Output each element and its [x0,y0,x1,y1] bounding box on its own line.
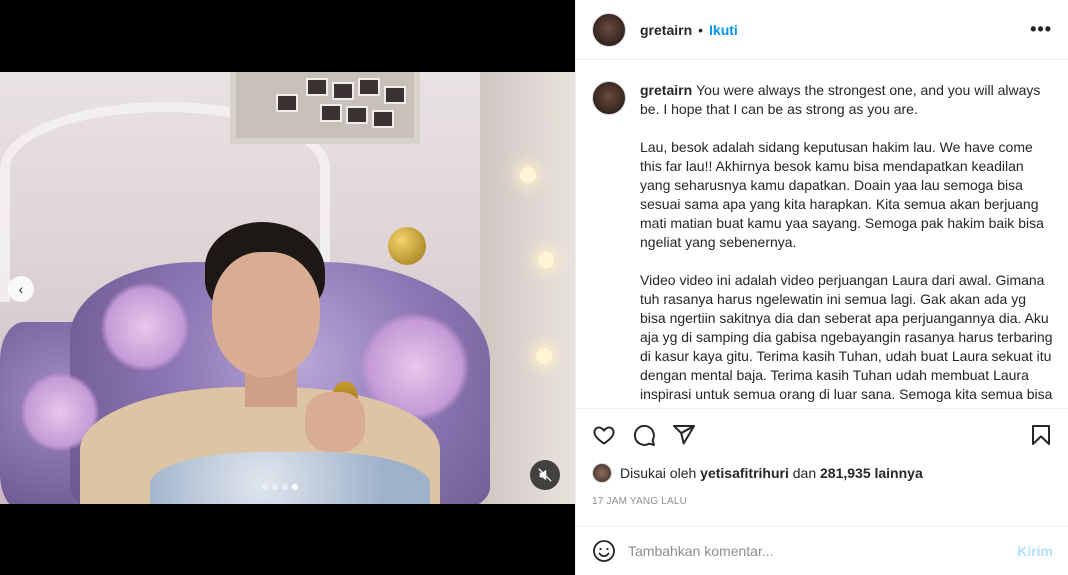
post-header: gretairn • Ikuti ••• [576,0,1068,60]
chevron-left-icon: ‹ [18,281,24,297]
bookmark-icon[interactable] [1029,423,1053,447]
person-hand [305,392,365,452]
caption-paragraph: Lau, besok adalah sidang keputusan hakim… [640,139,1044,250]
post-video[interactable] [0,72,575,504]
wall [480,72,575,504]
carousel-dot [262,484,268,490]
likes-prefix: Disukai oleh [620,465,697,481]
carousel-dot [272,484,278,490]
separator: • [698,21,704,38]
carousel-indicator [262,484,298,490]
follow-button[interactable]: Ikuti [709,22,738,38]
post-comment-button[interactable]: Kirim [1017,543,1053,559]
blanket [150,452,430,504]
post-details: gretairn • Ikuti ••• gretairn You were al… [575,0,1068,575]
liker-username[interactable]: yetisafitrihuri [700,465,789,481]
carousel-dot [292,484,298,490]
comment-input[interactable] [628,543,1018,559]
mute-icon [538,468,552,482]
action-bar [576,408,1068,460]
comment-box: Kirim [576,526,1068,575]
more-options-button[interactable]: ••• [1030,19,1052,40]
caption-text: gretairn You were always the strongest on… [640,81,1053,408]
caption-area: gretairn You were always the strongest on… [576,61,1068,408]
likes-summary: Disukai oleh yetisafitrihuri dan 281,935… [592,463,923,483]
username-link[interactable]: gretairn [640,22,692,38]
mute-button[interactable] [530,460,560,490]
carousel-prev-button[interactable]: ‹ [8,276,34,302]
caption-username[interactable]: gretairn [640,82,692,98]
person-face [212,252,320,377]
caption-paragraph: Video video ini adalah video perjuangan … [640,272,1053,408]
share-icon[interactable] [672,423,696,447]
avatar[interactable] [592,81,626,115]
post-timestamp[interactable]: 17 JAM YANG LALU [592,496,687,507]
bedpost-ball [388,227,426,265]
likes-middle: dan [792,465,817,481]
likes-count-link[interactable]: 281,935 lainnya [820,465,923,481]
heart-icon[interactable] [592,423,616,447]
avatar[interactable] [592,463,612,483]
post-dialog: ‹ gretairn • Ikuti ••• gretairn You were … [0,0,1068,575]
avatar[interactable] [592,12,626,47]
carousel-dot [282,484,288,490]
media-panel: ‹ [0,0,575,575]
caption-paragraph: You were always the strongest one, and y… [640,82,1041,117]
photo-frame [230,72,420,144]
emoji-icon[interactable] [592,539,616,563]
comment-icon[interactable] [632,423,656,447]
